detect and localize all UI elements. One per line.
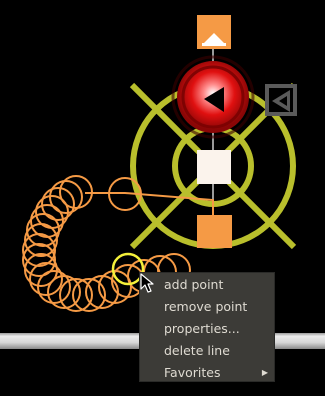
loop-point[interactable] xyxy=(29,262,63,296)
back-handle[interactable] xyxy=(265,84,297,116)
menu-item-label: add point xyxy=(164,277,224,292)
menu-item-delete-line[interactable]: delete line xyxy=(140,340,274,362)
menu-item-remove-point[interactable]: remove point xyxy=(140,296,274,318)
top-handle[interactable] xyxy=(197,15,231,49)
menu-item-favorites[interactable]: Favorites ▶ xyxy=(140,362,274,384)
bottom-handle[interactable] xyxy=(197,215,232,248)
menu-item-properties[interactable]: properties... xyxy=(140,318,274,340)
triangle-right-icon: ▶ xyxy=(261,368,268,377)
menu-item-label: delete line xyxy=(164,343,230,358)
menu-item-add-point[interactable]: add point xyxy=(140,274,274,296)
center-handle[interactable] xyxy=(197,150,231,184)
menu-item-label: properties... xyxy=(164,321,240,336)
red-knob[interactable] xyxy=(171,55,255,139)
menu-item-label: remove point xyxy=(164,299,248,314)
menu-item-label: Favorites xyxy=(164,365,221,380)
arrow-pointer-icon xyxy=(140,273,154,293)
context-menu: add point remove point properties... del… xyxy=(139,272,275,382)
